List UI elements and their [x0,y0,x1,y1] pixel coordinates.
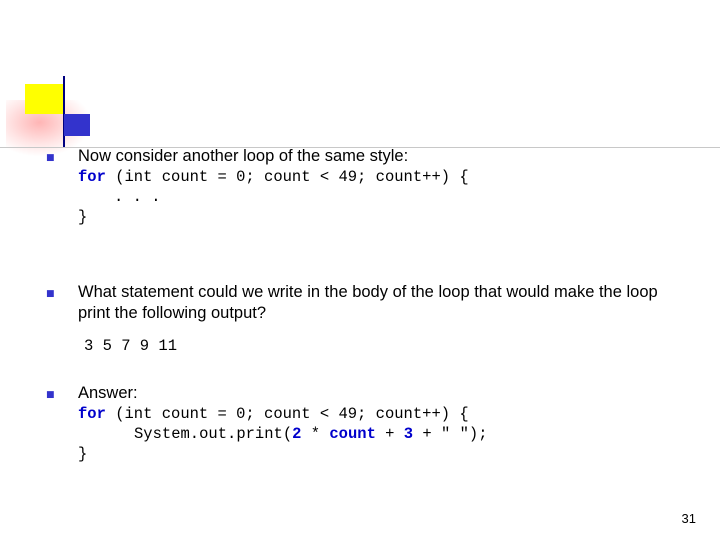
bullet-marker-icon: ■ [46,390,55,400]
bullet-1-text: Now consider another loop of the same st… [78,147,409,165]
bullet-marker-icon: ■ [46,153,55,163]
bullet-3-code-line-3: } [78,445,88,464]
bullet-item-2: ■ What statement could we write in the b… [46,282,686,355]
bullet-1-code-line-3: } [78,208,88,227]
bullet-3-code-line-2: System.out.print(2 * count + 3 + " "); [134,425,488,444]
slide-number: 31 [681,511,696,526]
bullet-marker-icon: ■ [46,289,55,299]
bullet-3-text: Answer: [78,384,138,402]
bullet-1-code-line-1: for (int count = 0; count < 49; count++)… [78,168,469,187]
slide-content: ■ Now consider another loop of the same … [0,0,720,540]
bullet-2-output: 3 5 7 9 11 [84,337,178,356]
bullet-item-1: ■ Now consider another loop of the same … [46,146,686,228]
bullet-1-code-line-2: . . . [114,188,161,207]
bullet-item-3: ■ Answer: for (int count = 0; count < 49… [46,383,686,465]
bullet-3-code-line-1: for (int count = 0; count < 49; count++)… [78,405,469,424]
bullet-2-text: What statement could we write in the bod… [78,283,658,323]
